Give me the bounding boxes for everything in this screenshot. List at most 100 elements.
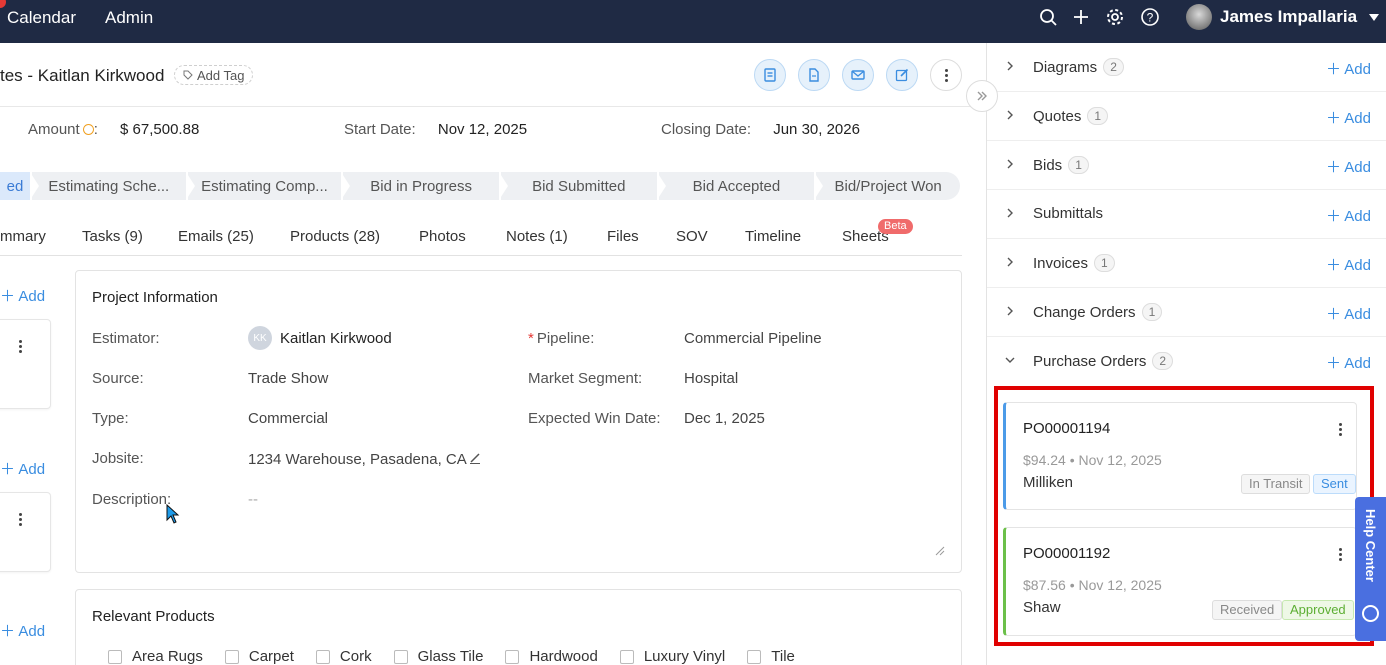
status-badge: Received: [1212, 600, 1283, 620]
purchase-order-card[interactable]: PO00001192 $87.56 • Nov 12, 2025 Shaw Re…: [1003, 527, 1357, 636]
product-checkbox[interactable]: Area Rugs: [108, 648, 203, 665]
user-menu[interactable]: James Impallaria: [1186, 4, 1380, 30]
warning-icon[interactable]: [82, 124, 94, 135]
checkbox[interactable]: [224, 649, 239, 664]
tab-photos[interactable]: Photos: [419, 228, 466, 245]
stage-item[interactable]: Estimating Sche...: [31, 172, 195, 200]
section-purchase-orders[interactable]: Purchase Orders 2 ＋ Add: [987, 337, 1386, 386]
description-label: Description:: [92, 491, 172, 508]
add-button[interactable]: ＋ Add: [1326, 156, 1371, 177]
purchase-order-card[interactable]: PO00001194 $94.24 • Nov 12, 2025 Millike…: [1003, 402, 1357, 510]
stage-item[interactable]: Estimating Comp...: [187, 172, 351, 200]
po-vendor: Shaw: [1023, 599, 1061, 616]
more-icon[interactable]: [19, 340, 22, 353]
document-button[interactable]: [798, 59, 830, 91]
edit-button[interactable]: [886, 59, 918, 91]
tab-timeline[interactable]: Timeline: [745, 228, 801, 245]
description-input[interactable]: --: [248, 491, 258, 508]
beta-badge: Beta: [878, 219, 913, 234]
expected-win-date-value[interactable]: Dec 1, 2025: [684, 410, 765, 427]
product-checkbox[interactable]: Cork: [315, 648, 372, 665]
user-name: James Impallaria: [1220, 7, 1358, 26]
more-actions-button[interactable]: [930, 59, 962, 91]
chevron-down-icon: [1369, 13, 1380, 21]
pencil-icon[interactable]: [468, 451, 482, 465]
stage-item[interactable]: Bid Submitted: [500, 172, 666, 200]
estimator-value[interactable]: Kaitlan Kirkwood: [280, 330, 392, 347]
email-button[interactable]: [842, 59, 874, 91]
section-invoices[interactable]: Invoices 1 ＋ Add: [987, 239, 1386, 288]
start-date-label: Start Date:: [344, 121, 416, 138]
market-segment-value[interactable]: Hospital: [684, 370, 738, 387]
resize-handle-icon[interactable]: [935, 546, 945, 556]
product-checkbox[interactable]: Tile: [747, 648, 795, 665]
tab-summary[interactable]: mmary: [0, 228, 46, 245]
product-checkbox[interactable]: Luxury Vinyl: [619, 648, 725, 665]
add-tag-button[interactable]: Add Tag: [174, 65, 254, 85]
po-vendor: Milliken: [1023, 474, 1074, 491]
add-button[interactable]: ＋ Add: [1326, 254, 1371, 275]
mouse-cursor-icon: [166, 504, 180, 524]
nav-admin[interactable]: Admin: [105, 8, 153, 28]
add-button[interactable]: ＋ Add: [1326, 205, 1371, 226]
more-icon[interactable]: [1339, 423, 1342, 436]
expected-win-date-label: Expected Win Date:: [528, 410, 661, 427]
pipeline-label: * Pipeline:: [528, 330, 595, 347]
checkbox[interactable]: [393, 649, 408, 664]
section-quotes[interactable]: Quotes 1 ＋ Add: [987, 92, 1386, 141]
add-button[interactable]: ＋ Add: [1326, 107, 1371, 128]
po-number[interactable]: PO00001192: [1023, 545, 1110, 562]
tab-products[interactable]: Products (28): [290, 228, 380, 245]
help-center-tab[interactable]: Help Center: [1355, 497, 1386, 641]
source-value[interactable]: Trade Show: [248, 370, 328, 387]
amount-suffix: :: [93, 121, 98, 138]
checkbox[interactable]: [619, 649, 634, 664]
section-diagrams[interactable]: Diagrams 2 ＋ Add: [987, 43, 1386, 92]
section-bids[interactable]: Bids 1 ＋ Add: [987, 141, 1386, 190]
type-value[interactable]: Commercial: [248, 410, 328, 427]
add-button[interactable]: ＋ Add: [1326, 58, 1371, 79]
tab-sov[interactable]: SOV: [676, 228, 708, 245]
tab-bar: mmary Tasks (9) Emails (25) Products (28…: [0, 223, 962, 256]
pipeline-value[interactable]: Commercial Pipeline: [684, 330, 822, 347]
section-change-orders[interactable]: Change Orders 1 ＋ Add: [987, 288, 1386, 337]
tab-notes[interactable]: Notes (1): [506, 228, 568, 245]
nav-calendar[interactable]: Calendar: [7, 8, 76, 28]
add-button[interactable]: ＋ Add: [1326, 303, 1371, 324]
jobsite-value[interactable]: 1234 Warehouse, Pasadena, CA: [248, 451, 467, 468]
stage-item[interactable]: ed: [0, 172, 39, 200]
search-icon[interactable]: [1038, 7, 1058, 27]
count-badge: 1: [1141, 303, 1163, 321]
more-icon[interactable]: [1339, 548, 1342, 561]
tab-emails[interactable]: Emails (25): [178, 228, 254, 245]
stage-item[interactable]: Bid in Progress: [343, 172, 508, 200]
tab-files[interactable]: Files: [607, 228, 639, 245]
stage-item[interactable]: Bid/Project Won: [816, 172, 960, 200]
add-link[interactable]: ＋ Add: [0, 458, 45, 479]
add-link[interactable]: ＋ Add: [0, 285, 45, 306]
product-checkbox[interactable]: Glass Tile: [393, 648, 483, 665]
collapse-panel-button[interactable]: [966, 80, 998, 112]
po-number[interactable]: PO00001194: [1023, 420, 1110, 437]
file-dollar-button[interactable]: [754, 59, 786, 91]
product-checkbox[interactable]: Carpet: [224, 648, 294, 665]
plus-icon[interactable]: [1071, 7, 1091, 27]
section-submittals[interactable]: Submittals ＋ Add: [987, 190, 1386, 239]
checkbox[interactable]: [315, 649, 330, 664]
double-chevron-right-icon: [977, 91, 987, 101]
more-icon[interactable]: [19, 513, 22, 526]
add-button[interactable]: ＋ Add: [1326, 352, 1371, 373]
add-link[interactable]: ＋ Add: [0, 620, 45, 641]
jobsite-label: Jobsite:: [92, 450, 144, 467]
stage-item[interactable]: Bid Accepted: [658, 172, 824, 200]
product-checkbox[interactable]: Hardwood: [505, 648, 598, 665]
mail-icon: [851, 70, 865, 80]
checkbox[interactable]: [505, 649, 520, 664]
document-icon: [809, 68, 819, 82]
tab-tasks[interactable]: Tasks (9): [82, 228, 143, 245]
source-label: Source:: [92, 370, 144, 387]
checkbox[interactable]: [747, 649, 762, 664]
checkbox[interactable]: [108, 649, 122, 664]
gear-icon[interactable]: [1105, 7, 1125, 27]
help-icon[interactable]: ?: [1140, 7, 1160, 27]
